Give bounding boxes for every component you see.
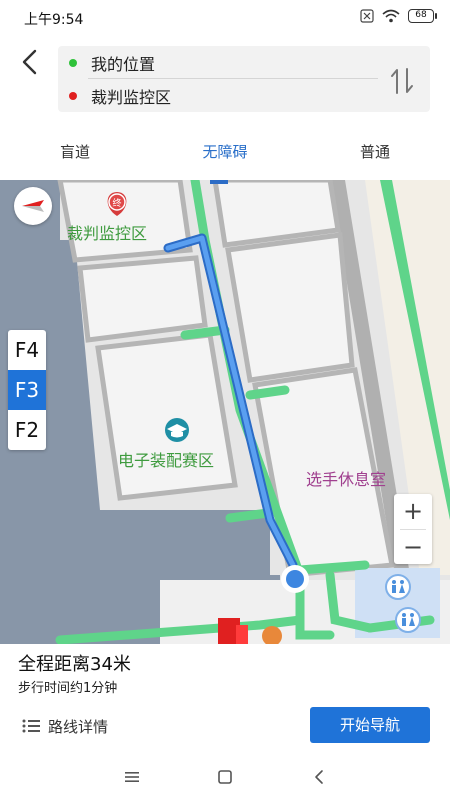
floor-selector: F4 F3 F2 — [8, 330, 46, 450]
destination-text: 裁判监控区 — [91, 87, 172, 107]
back-arrow-icon — [22, 49, 37, 75]
destination-field[interactable]: 裁判监控区 — [58, 79, 378, 112]
menu-icon — [125, 772, 139, 782]
zoom-in-button[interactable]: + — [394, 494, 432, 529]
route-walk-time: 步行时间约1分钟 — [18, 681, 118, 696]
floor-f4[interactable]: F4 — [8, 330, 46, 370]
floor-f3[interactable]: F3 — [8, 370, 46, 410]
app-screen: 上午9:54 68 我的位置 裁判监控区 盲道 无障碍 普通 终 裁判监控区 电… — [0, 0, 450, 800]
compass-icon — [22, 200, 44, 212]
compass-button[interactable] — [14, 187, 52, 225]
list-icon — [22, 719, 40, 733]
start-location-text: 我的位置 — [91, 54, 156, 74]
route-details-link[interactable]: 路线详情 — [22, 714, 108, 738]
menu-button[interactable] — [120, 765, 144, 789]
system-nav-bar — [0, 755, 450, 800]
tab-accessible[interactable]: 无障碍 — [150, 132, 300, 172]
wifi-icon — [382, 9, 400, 23]
tab-blind-road[interactable]: 盲道 — [0, 132, 150, 172]
graduation-cap-icon — [165, 418, 189, 442]
zoom-controls: + − — [394, 494, 432, 564]
close-box-icon — [360, 9, 374, 23]
start-dot-icon — [69, 58, 77, 67]
route-input-box: 我的位置 裁判监控区 — [58, 46, 430, 112]
map-label-referee-area: 裁判监控区 — [67, 224, 148, 243]
destination-dot-icon — [69, 91, 77, 100]
map-label-rest-room: 选手休息室 — [306, 470, 387, 489]
status-icons: 68 — [360, 9, 437, 23]
map-canvas: 终 — [0, 180, 450, 644]
map-label-electronics-area: 电子装配赛区 — [118, 451, 215, 470]
zoom-out-button[interactable]: − — [394, 530, 432, 565]
back-button[interactable] — [14, 45, 48, 79]
status-time: 上午9:54 — [24, 12, 84, 28]
swap-route-button[interactable] — [388, 66, 416, 96]
battery-icon: 68 — [408, 9, 437, 23]
status-bar: 上午9:54 68 — [0, 0, 450, 36]
start-navigation-button[interactable]: 开始导航 — [310, 707, 430, 743]
system-back-button[interactable] — [307, 765, 331, 789]
location-dot-icon — [281, 565, 309, 593]
route-details-label: 路线详情 — [48, 717, 109, 736]
tab-normal[interactable]: 普通 — [300, 132, 450, 172]
home-button[interactable] — [213, 765, 237, 789]
swap-icon — [391, 68, 413, 94]
back-chevron-icon — [315, 770, 323, 784]
route-mode-tabs: 盲道 无障碍 普通 — [0, 132, 450, 172]
destination-marker-text: 终 — [112, 197, 121, 209]
home-square-icon — [218, 770, 232, 784]
start-location-field[interactable]: 我的位置 — [58, 46, 378, 79]
route-distance: 全程距离34米 — [18, 654, 131, 675]
floor-f2[interactable]: F2 — [8, 410, 46, 450]
indoor-map[interactable]: 终 裁判监控区 电子装配赛区 选手休息室 F4 F3 F2 + − — [0, 180, 450, 644]
